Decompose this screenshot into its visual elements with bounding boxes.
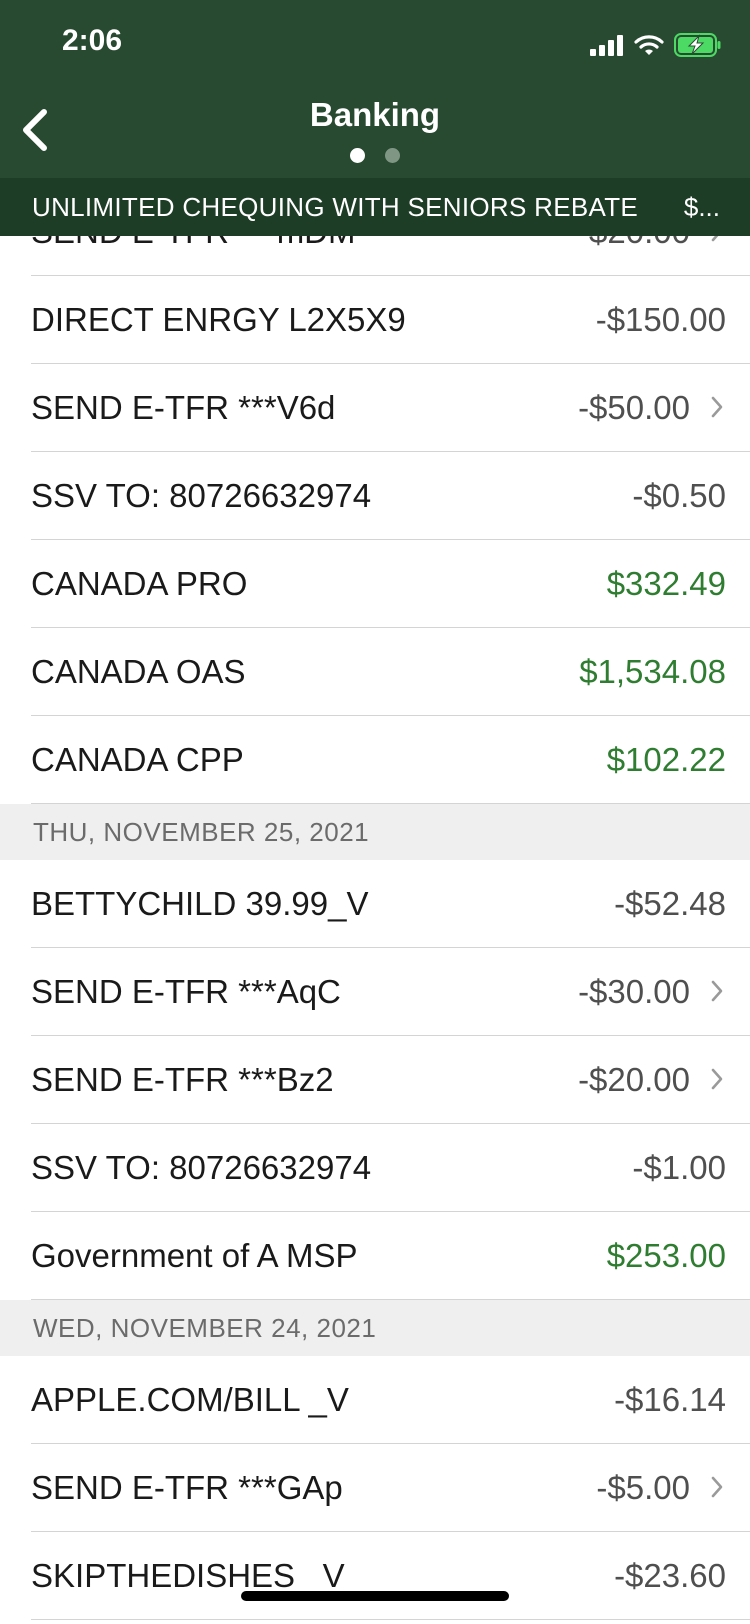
transaction-row[interactable]: DIRECT ENRGY L2X5X9 -$150.00 — [0, 276, 750, 364]
transaction-description: SEND E-TFR ***Bz2 — [31, 1061, 334, 1098]
date-label: WED, NOVEMBER 24, 2021 — [33, 1313, 377, 1343]
transaction-description: SEND E-TFR ***V6d — [31, 389, 336, 426]
transaction-description: SEND E-TFR ***AqC — [31, 973, 341, 1010]
transaction-amount: -$16.14 — [614, 1381, 726, 1418]
app-header: 2:06 Banking UNLIMITED CHEQUING WITH SEN… — [0, 0, 750, 236]
transaction-list[interactable]: SEND E-TFR ***mDM-$20.00DIRECT ENRGY L2X… — [0, 188, 750, 1620]
row-divider — [31, 1619, 750, 1620]
transaction-description: DIRECT ENRGY L2X5X9 — [31, 301, 406, 338]
transaction-row[interactable]: SEND E-TFR ***GAp -$5.00 — [0, 1444, 750, 1532]
transaction-amount: -$1.00 — [632, 1149, 726, 1186]
chevron-right-icon[interactable] — [710, 1067, 724, 1091]
transaction-amount: $332.49 — [606, 565, 726, 602]
date-label: THU, NOVEMBER 25, 2021 — [33, 817, 370, 847]
transaction-description: CANADA OAS — [31, 653, 246, 690]
date-header: THU, NOVEMBER 25, 2021 — [0, 804, 750, 860]
cellular-signal-icon — [590, 35, 623, 56]
transaction-amount: -$5.00 — [596, 1469, 690, 1506]
account-name: UNLIMITED CHEQUING WITH SENIORS REBATE — [32, 191, 639, 222]
transaction-amount: $102.22 — [606, 741, 726, 778]
page-title: Banking — [309, 96, 441, 133]
transaction-row[interactable]: SSV TO: 80726632974 -$1.00 — [0, 1124, 750, 1212]
transaction-description: Government of A MSP — [31, 1237, 358, 1274]
transaction-description: SSV TO: 80726632974 — [31, 1149, 372, 1186]
transaction-row[interactable]: CANADA PRO $332.49 — [0, 540, 750, 628]
transaction-row[interactable]: APPLE.COM/BILL _V -$16.14 — [0, 1356, 750, 1444]
transaction-description: CANADA CPP — [31, 741, 244, 778]
transaction-amount: $1,534.08 — [579, 653, 726, 690]
home-indicator[interactable] — [241, 1591, 509, 1601]
transaction-amount: -$23.60 — [614, 1557, 726, 1594]
chevron-right-icon[interactable] — [710, 395, 724, 419]
transaction-amount: -$30.00 — [578, 973, 690, 1010]
transaction-description: SSV TO: 80726632974 — [31, 477, 372, 514]
status-time: 2:06 — [62, 24, 123, 57]
wifi-icon — [634, 35, 664, 55]
page-indicator[interactable] — [0, 148, 750, 163]
chevron-right-icon[interactable] — [710, 1475, 724, 1499]
transaction-amount: -$150.00 — [595, 301, 726, 338]
account-selector[interactable]: UNLIMITED CHEQUING WITH SENIORS REBATE $… — [0, 178, 750, 236]
transaction-amount: -$0.50 — [632, 477, 726, 514]
transaction-row[interactable]: SKIPTHEDISHES _V -$23.60 — [0, 1532, 750, 1620]
transaction-amount: $253.00 — [606, 1237, 726, 1274]
transaction-amount: -$52.48 — [614, 885, 726, 922]
transaction-description: APPLE.COM/BILL _V — [31, 1381, 349, 1418]
transaction-row[interactable]: SEND E-TFR ***V6d -$50.00 — [0, 364, 750, 452]
transaction-row[interactable]: BETTYCHILD 39.99_V -$52.48 — [0, 860, 750, 948]
transaction-description: SEND E-TFR ***GAp — [31, 1469, 343, 1506]
transaction-description: SKIPTHEDISHES _V — [31, 1557, 345, 1594]
status-icons — [590, 30, 722, 60]
page-dot[interactable] — [385, 148, 400, 163]
transaction-row[interactable]: CANADA CPP $102.22 — [0, 716, 750, 804]
transaction-row[interactable]: SEND E-TFR ***AqC -$30.00 — [0, 948, 750, 1036]
battery-charging-icon — [674, 33, 721, 57]
transaction-description: CANADA PRO — [31, 565, 248, 602]
transaction-row[interactable]: SSV TO: 80726632974 -$0.50 — [0, 452, 750, 540]
transaction-amount: -$50.00 — [578, 389, 690, 426]
transaction-row[interactable]: CANADA OAS $1,534.08 — [0, 628, 750, 716]
transaction-row[interactable]: SEND E-TFR ***Bz2 -$20.00 — [0, 1036, 750, 1124]
transaction-amount: -$20.00 — [578, 1061, 690, 1098]
account-balance: $... — [683, 191, 720, 222]
page-dot[interactable] — [350, 148, 365, 163]
chevron-right-icon[interactable] — [710, 979, 724, 1003]
date-header: WED, NOVEMBER 24, 2021 — [0, 1300, 750, 1356]
transaction-description: BETTYCHILD 39.99_V — [31, 885, 369, 922]
transaction-row[interactable]: Government of A MSP $253.00 — [0, 1212, 750, 1300]
